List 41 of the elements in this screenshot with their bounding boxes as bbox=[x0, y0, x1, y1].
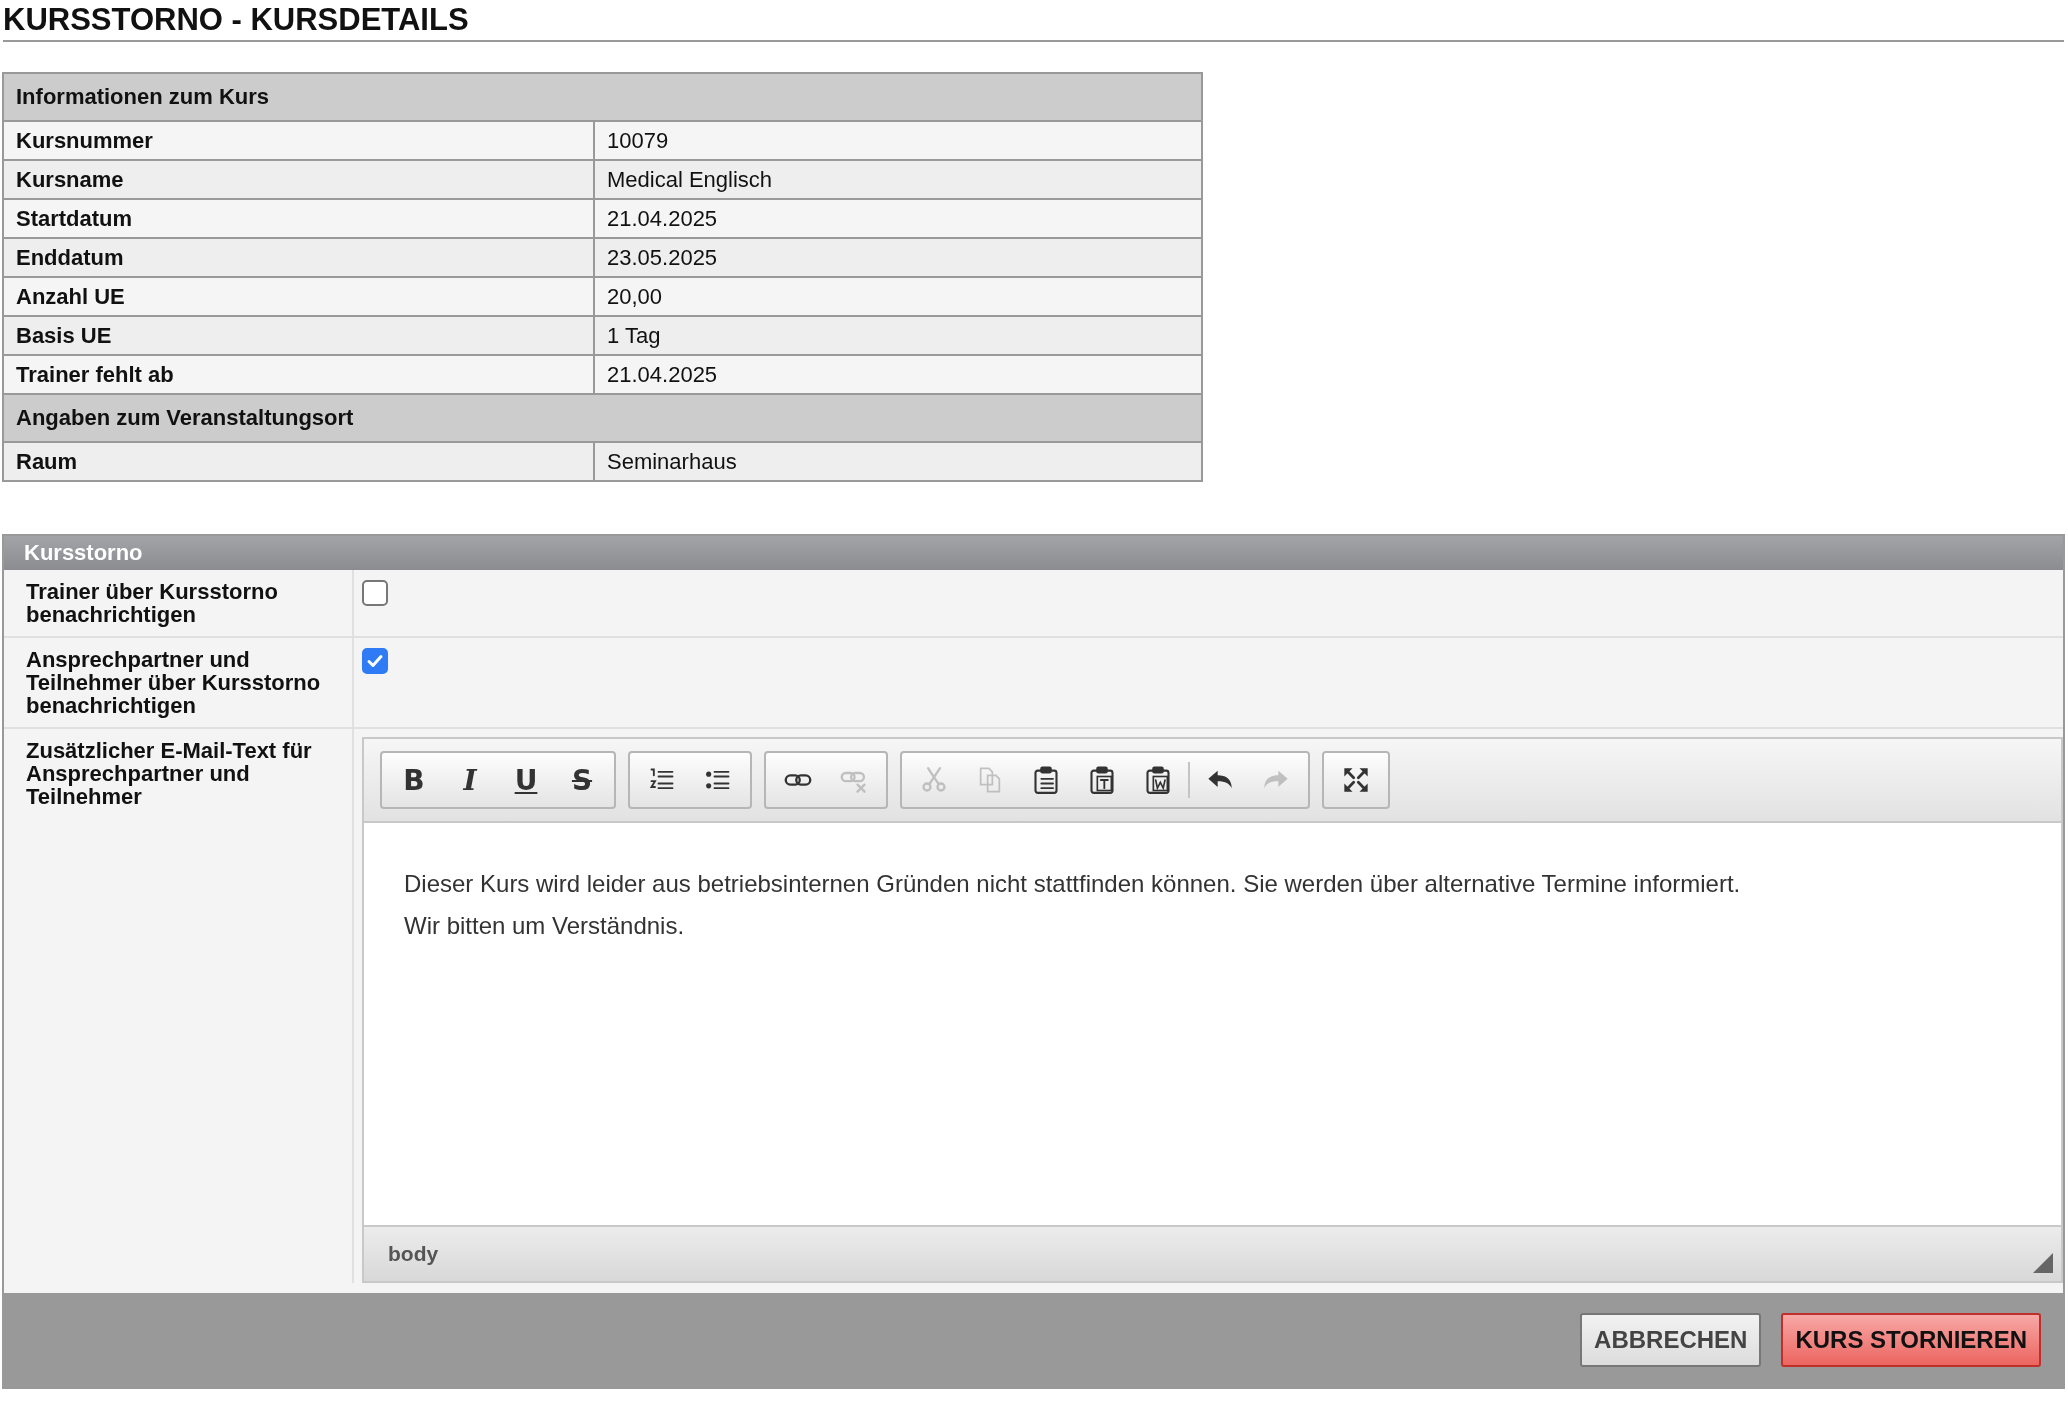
section-heading: Angaben zum Veranstaltungsort bbox=[3, 394, 1202, 442]
abort-button[interactable]: ABBRECHEN bbox=[1580, 1313, 1762, 1367]
field-label: Raum bbox=[3, 442, 594, 481]
maximize-icon bbox=[1342, 766, 1370, 794]
field-value: 1 Tag bbox=[594, 316, 1202, 355]
clipboard-icon bbox=[1088, 766, 1116, 794]
field-value: Seminarhaus bbox=[594, 442, 1202, 481]
field-value: 10079 bbox=[594, 121, 1202, 160]
clipboard-icon bbox=[1144, 766, 1172, 794]
strike-button[interactable]: S bbox=[554, 755, 610, 805]
field-label: Basis UE bbox=[3, 316, 594, 355]
field-value: 23.05.2025 bbox=[594, 238, 1202, 277]
field-value: 21.04.2025 bbox=[594, 355, 1202, 394]
field-label: Startdatum bbox=[3, 199, 594, 238]
checkbox[interactable] bbox=[362, 648, 388, 674]
checkbox[interactable] bbox=[362, 580, 388, 606]
section-heading: Informationen zum Kurs bbox=[3, 73, 1202, 121]
field-value: 20,00 bbox=[594, 277, 1202, 316]
panel-title: Kursstorno bbox=[4, 536, 2063, 570]
option-label: Trainer über Kursstorno benachrichtigen bbox=[4, 570, 354, 636]
email-text-paragraph: Wir bitten um Verständnis. bbox=[404, 911, 686, 941]
option-label: Ansprechpartner und Teilnehmer über Kursstorno benachrichtigen bbox=[4, 638, 354, 727]
italic-button[interactable]: I bbox=[442, 755, 498, 805]
page-title: KURSSTORNO - KURSDETAILS bbox=[3, 0, 2064, 42]
clipboard-icon bbox=[1032, 766, 1060, 794]
field-label: Zusätzlicher E-Mail-Text für Ansprechpartner und Teilnehmer bbox=[4, 729, 354, 1283]
field-label: Trainer fehlt ab bbox=[3, 355, 594, 394]
rich-text-editor[interactable]: B I U S Dieser Kurs wird leider aus betriebsinternen Gründen nicht stattfinden können. Sie werden über alternative Termine informiert. Wir bitten um Verständnis. body bbox=[362, 737, 2063, 1283]
field-label: Kursname bbox=[3, 160, 594, 199]
email-text-paragraph: Dieser Kurs wird leider aus betriebsinternen Gründen nicht stattfinden können. Sie werden über alternative Termine informiert. bbox=[404, 869, 1742, 899]
cancel-course-button[interactable]: KURS STORNIEREN bbox=[1781, 1313, 2041, 1367]
field-label: Kursnummer bbox=[3, 121, 594, 160]
element-path: body bbox=[388, 1242, 439, 1266]
bold-button[interactable]: B bbox=[386, 755, 442, 805]
field-value: Medical Englisch bbox=[594, 160, 1202, 199]
field-label: Anzahl UE bbox=[3, 277, 594, 316]
underline-button[interactable]: U bbox=[498, 755, 554, 805]
scissors-icon bbox=[920, 766, 948, 794]
resize-grip-icon[interactable] bbox=[2033, 1253, 2053, 1273]
field-label: Enddatum bbox=[3, 238, 594, 277]
field-value: 21.04.2025 bbox=[594, 199, 1202, 238]
